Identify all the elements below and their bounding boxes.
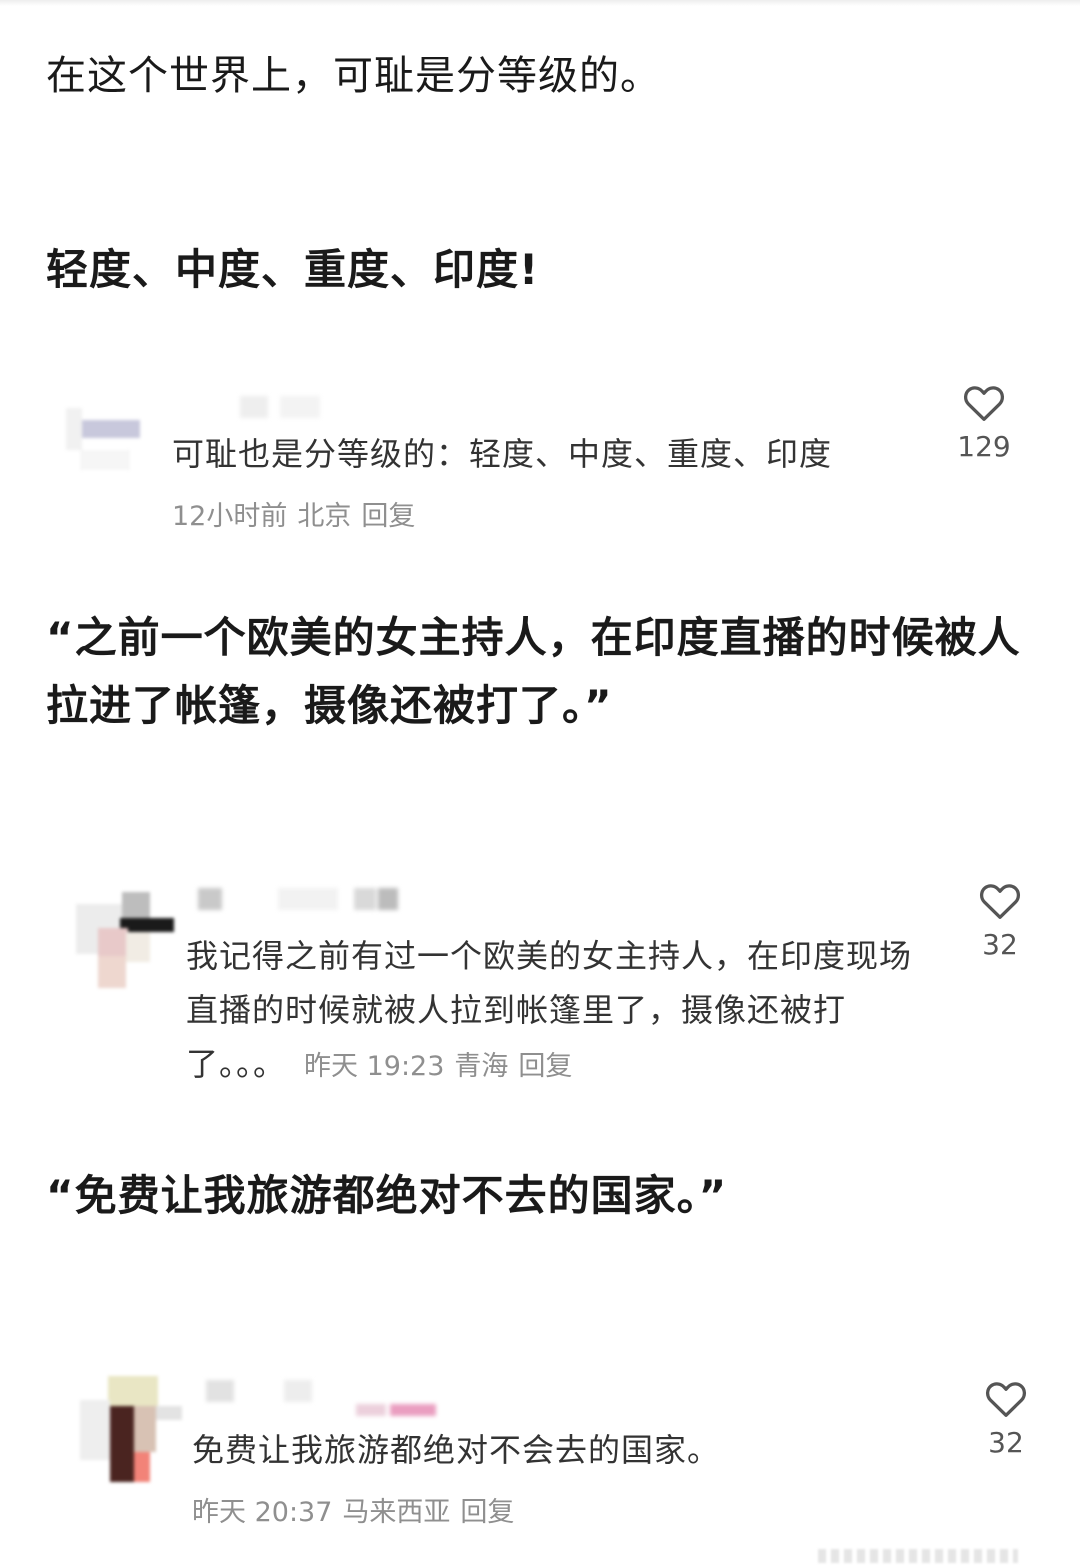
comment-time: 昨天 19:23 [304,1051,445,1082]
comment-meta: 昨天 19:23 青海 回复 [304,1051,572,1082]
comment-meta: 12小时前 北京 回复 [172,494,415,533]
comment-location: 北京 [297,501,352,532]
quote-2-text: “免费让我旅游都绝对不去的国家。” [46,1171,728,1220]
comment-1: 可耻也是分等级的：轻度、中度、重度、印度 12小时前 北京 回复 129 [0,380,1080,550]
avatar[interactable] [60,394,140,474]
post-page: 在这个世界上，可耻是分等级的。 轻度、中度、重度、印度! 可耻也是分等级的：轻度… [0,0,1080,1567]
reply-button[interactable]: 回复 [361,501,415,532]
username-blurred[interactable] [198,888,408,910]
comment-location: 马来西亚 [342,1497,451,1528]
watermark-blurred [818,1549,1018,1563]
comment-location: 青海 [454,1051,509,1082]
like-count: 129 [957,430,1011,463]
reply-button[interactable]: 回复 [518,1051,572,1082]
avatar[interactable] [76,884,176,994]
top-edge-shadow [0,0,1080,6]
comment-time: 昨天 20:37 [192,1497,333,1528]
username-blurred[interactable] [240,396,340,418]
like-button[interactable]: 32 [976,1378,1036,1459]
post-intro-text: 在这个世界上，可耻是分等级的。 [46,53,661,99]
like-button[interactable]: 129 [954,382,1014,463]
username-blurred[interactable] [206,1380,436,1416]
reply-button[interactable]: 回复 [460,1497,514,1528]
comment-2: 我记得之前有过一个欧美的女主持人，在印度现场直播的时候就被人拉到帐篷里了，摄像还… [0,878,1080,1098]
quote-1-text: “之前一个欧美的女主持人，在印度直播的时候被人拉进了帐篷，摄像还被打了。” [46,613,1021,730]
avatar[interactable] [80,1376,184,1486]
comment-3: 免费让我旅游都绝对不会去的国家。 昨天 20:37 马来西亚 回复 32 [0,1372,1080,1542]
like-count: 32 [982,928,1018,961]
heart-outline-icon [985,1382,1027,1417]
like-button[interactable]: 32 [970,880,1030,961]
like-count: 32 [988,1426,1024,1459]
comment-text: 我记得之前有过一个欧美的女主持人，在印度现场直播的时候就被人拉到帐篷里了，摄像还… [186,929,914,1094]
heart-outline-icon [963,386,1005,421]
heart-outline-icon [979,884,1021,919]
comment-time: 12小时前 [172,501,288,532]
comment-text: 免费让我旅游都绝对不会去的国家。 [192,1431,721,1469]
comment-text: 可耻也是分等级的：轻度、中度、重度、印度 [172,435,833,473]
comment-meta: 昨天 20:37 马来西亚 回复 [192,1490,514,1529]
post-punchline-text: 轻度、中度、重度、印度! [46,245,540,294]
